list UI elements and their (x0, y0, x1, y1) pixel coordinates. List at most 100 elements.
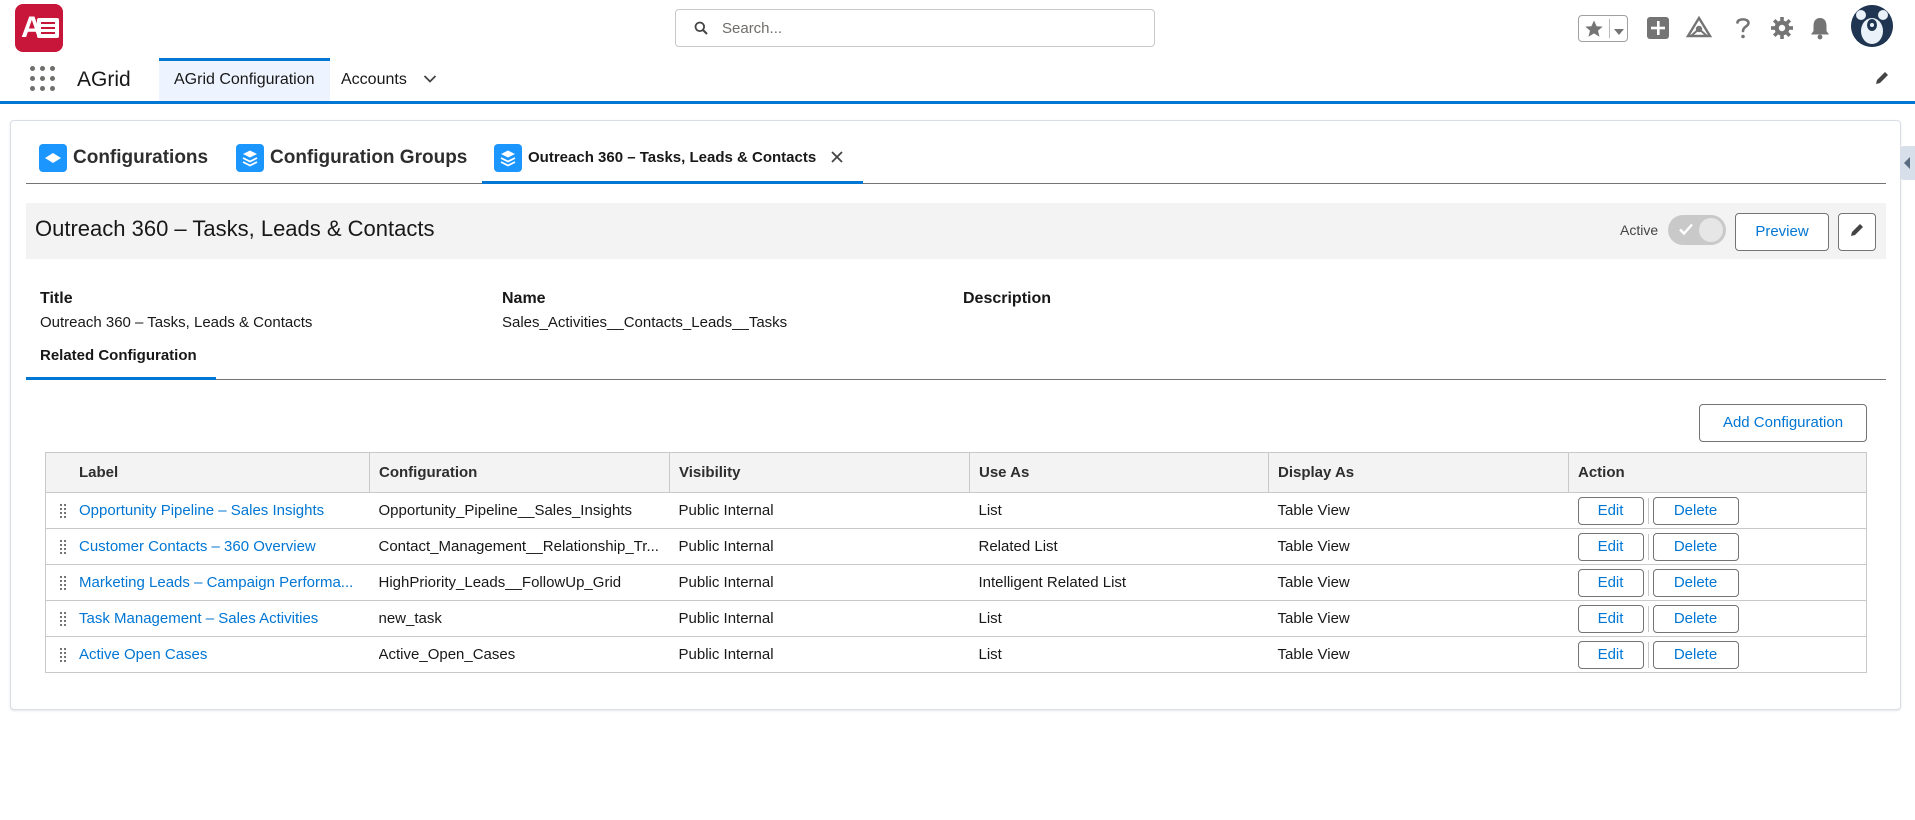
search-icon (694, 21, 708, 40)
favorites-dropdown-icon[interactable] (1613, 24, 1625, 42)
row-visibility: Public Internal (669, 636, 970, 673)
row-use-as: Related List (969, 528, 1269, 565)
edit-nav-pencil-icon[interactable] (1874, 70, 1890, 91)
add-icon[interactable] (1645, 15, 1671, 41)
help-icon[interactable] (1730, 15, 1756, 41)
drag-handle-icon[interactable] (60, 504, 68, 518)
delete-button[interactable]: Delete (1652, 496, 1739, 525)
row-visibility: Public Internal (669, 492, 970, 529)
edit-record-button[interactable] (1838, 213, 1876, 251)
table-row: Task Management – Sales Activities new_t… (45, 600, 1867, 637)
edit-button[interactable]: Edit (1577, 640, 1644, 669)
drag-handle-icon[interactable] (60, 540, 68, 554)
preview-button[interactable]: Preview (1735, 213, 1829, 251)
setup-gear-icon[interactable] (1769, 15, 1795, 41)
notifications-bell-icon[interactable] (1807, 15, 1833, 41)
field-value: Outreach 360 – Tasks, Leads & Contacts (40, 314, 313, 331)
row-visibility: Public Internal (669, 600, 970, 637)
row-configuration: Contact_Management__Relationship_Tr... (378, 538, 659, 556)
row-display-as: Table View (1268, 492, 1569, 529)
edit-button[interactable]: Edit (1577, 496, 1644, 525)
favorites-star-icon[interactable] (1584, 19, 1604, 44)
row-label-link[interactable]: Opportunity Pipeline – Sales Insights (79, 502, 324, 519)
close-icon[interactable] (830, 150, 844, 169)
edit-button[interactable]: Edit (1577, 568, 1644, 597)
col-header-label[interactable]: Label (45, 452, 370, 493)
user-avatar[interactable] (1851, 5, 1893, 47)
field-label: Title (40, 290, 73, 307)
col-header-use-as[interactable]: Use As (969, 452, 1269, 493)
tab-label: Configurations (73, 147, 209, 168)
edit-button[interactable]: Edit (1577, 532, 1644, 561)
trailhead-icon[interactable] (1686, 15, 1712, 41)
app-launcher-icon[interactable] (30, 66, 58, 94)
col-header-configuration[interactable]: Configuration (369, 452, 670, 493)
field-label: Description (963, 290, 1052, 307)
delete-button[interactable]: Delete (1652, 568, 1739, 597)
row-use-as: List (969, 636, 1269, 673)
side-panel-toggle[interactable] (1900, 146, 1915, 180)
layers-icon (39, 144, 67, 172)
edit-button[interactable]: Edit (1577, 604, 1644, 633)
stack-icon (236, 144, 264, 172)
drag-handle-icon[interactable] (60, 612, 68, 626)
table-header-row: Label Configuration Visibility Use As Di… (45, 452, 1867, 493)
row-configuration: new_task (378, 610, 442, 628)
stack-icon (494, 144, 522, 172)
field-title: Title Outreach 360 – Tasks, Leads & Cont… (40, 290, 312, 331)
app-name: AGrid (77, 68, 131, 91)
nav-tab-agrid-configuration[interactable]: AGrid Configuration (159, 58, 330, 101)
tab-label: Outreach 360 – Tasks, Leads & Contacts (528, 149, 817, 166)
record-header: Outreach 360 – Tasks, Leads & Contacts A… (26, 203, 1886, 259)
logo-grid-icon (37, 18, 59, 38)
drag-handle-icon[interactable] (60, 648, 68, 662)
table-row: Active Open Cases Active_Open_Cases Publ… (45, 636, 1867, 673)
table-row: Opportunity Pipeline – Sales Insights Op… (45, 492, 1867, 529)
add-configuration-button[interactable]: Add Configuration (1699, 404, 1867, 442)
tab-outreach-360[interactable]: Outreach 360 – Tasks, Leads & Contacts (482, 144, 863, 184)
tab-configuration-groups[interactable]: Configuration Groups (236, 144, 467, 184)
row-visibility: Public Internal (669, 528, 970, 565)
app-logo[interactable]: A (15, 4, 63, 52)
related-tabset: Related Configuration (26, 346, 1886, 380)
table-row: Marketing Leads – Campaign Performa... H… (45, 564, 1867, 601)
row-display-as: Table View (1268, 564, 1569, 601)
delete-button[interactable]: Delete (1652, 640, 1739, 669)
row-configuration: Opportunity_Pipeline__Sales_Insights (378, 502, 633, 520)
drag-handle-icon[interactable] (60, 576, 68, 590)
col-header-action: Action (1568, 452, 1867, 493)
active-label: Active (1620, 222, 1659, 238)
page-title: Outreach 360 – Tasks, Leads & Contacts (35, 216, 435, 241)
tab-related-configuration[interactable]: Related Configuration (26, 346, 216, 380)
delete-button[interactable]: Delete (1652, 532, 1739, 561)
nav-tab-accounts[interactable]: Accounts (326, 58, 452, 101)
row-use-as: Intelligent Related List (969, 564, 1269, 601)
global-search[interactable] (675, 9, 1155, 47)
field-name: Name Sales_Activities__Contacts_Leads__T… (502, 290, 787, 331)
favorites-group[interactable] (1578, 15, 1628, 42)
row-label-link[interactable]: Customer Contacts – 360 Overview (79, 538, 316, 555)
row-display-as: Table View (1268, 528, 1569, 565)
tab-label: Configuration Groups (270, 147, 468, 168)
row-label-link[interactable]: Active Open Cases (79, 646, 207, 663)
tab-configurations[interactable]: Configurations (39, 144, 208, 184)
row-display-as: Table View (1268, 600, 1569, 637)
col-header-display-as[interactable]: Display As (1268, 452, 1569, 493)
global-header: A (0, 0, 1915, 56)
row-label-link[interactable]: Marketing Leads – Campaign Performa... (79, 574, 353, 591)
chevron-down-icon[interactable] (423, 58, 437, 101)
app-nav-bar: AGrid AGrid Configuration Accounts (0, 56, 1915, 104)
pencil-icon (1849, 222, 1865, 242)
search-input[interactable] (720, 16, 1140, 40)
active-toggle[interactable] (1668, 215, 1726, 245)
delete-button[interactable]: Delete (1652, 604, 1739, 633)
col-header-visibility[interactable]: Visibility (669, 452, 970, 493)
row-configuration: Active_Open_Cases (378, 646, 516, 664)
row-visibility: Public Internal (669, 564, 970, 601)
field-value: Sales_Activities__Contacts_Leads__Tasks (502, 314, 788, 331)
content-tabs: Configurations Configuration Groups Outr… (26, 140, 1886, 184)
row-label-link[interactable]: Task Management – Sales Activities (79, 610, 318, 627)
row-display-as: Table View (1268, 636, 1569, 673)
table-row: Customer Contacts – 360 Overview Contact… (45, 528, 1867, 565)
row-configuration: HighPriority_Leads__FollowUp_Grid (378, 574, 622, 592)
